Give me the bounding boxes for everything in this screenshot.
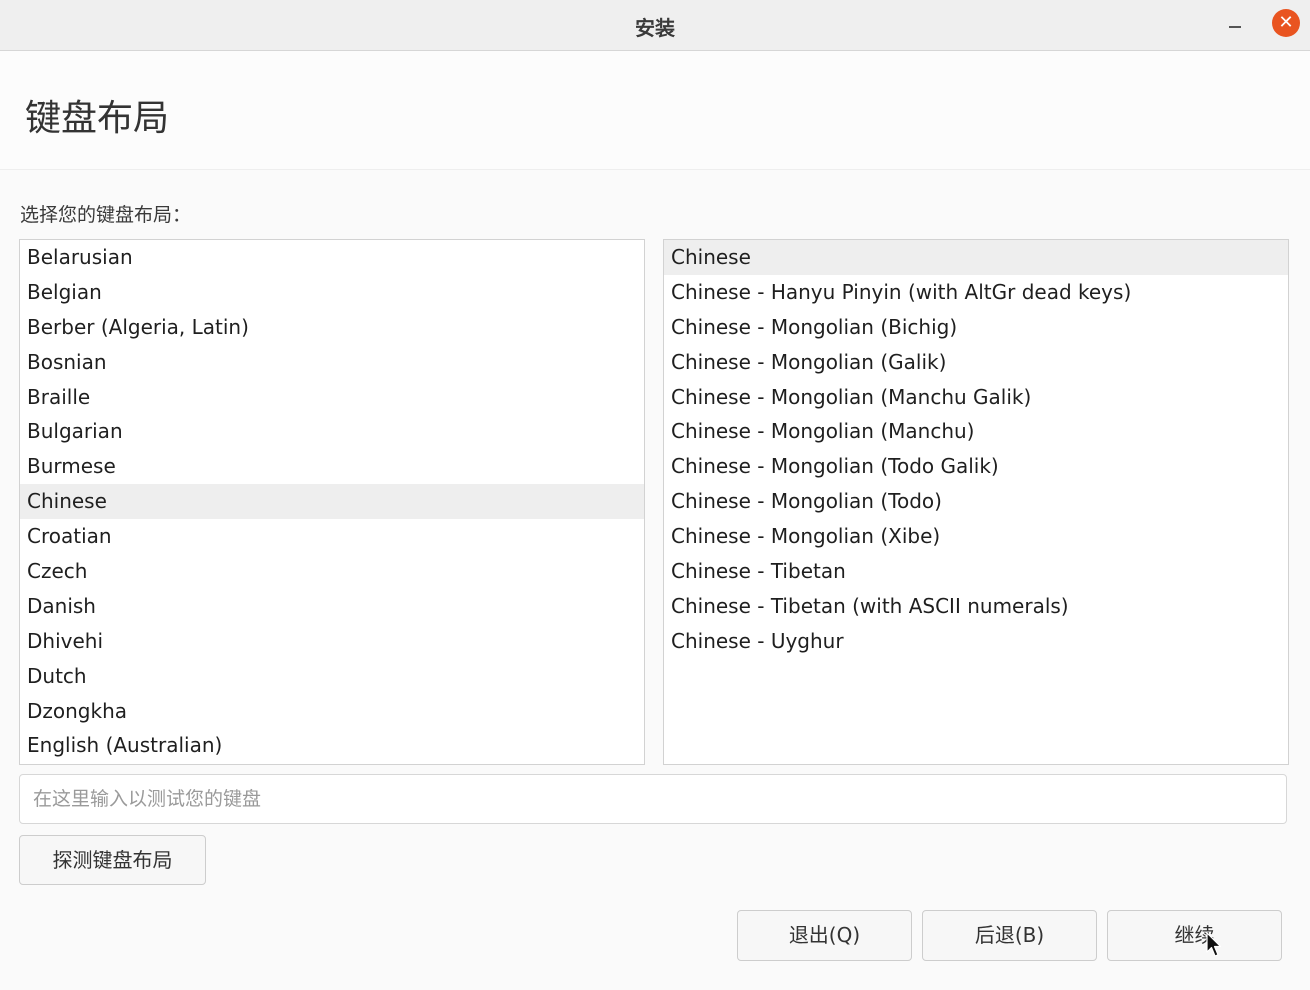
layout-list-item[interactable]: Dutch	[20, 659, 644, 694]
keyboard-test-input[interactable]	[19, 774, 1287, 824]
layout-list-item[interactable]: Berber (Algeria, Latin)	[20, 310, 644, 345]
window-title: 安装	[635, 16, 675, 40]
variant-list-item[interactable]: Chinese - Mongolian (Galik)	[664, 345, 1288, 380]
variant-list-item[interactable]: Chinese - Tibetan (with ASCII numerals)	[664, 589, 1288, 624]
layout-list-item[interactable]: Bosnian	[20, 345, 644, 380]
layout-list-item[interactable]: Belarusian	[20, 240, 644, 275]
title-bar: 安装 ✕	[0, 0, 1310, 51]
layout-list-item[interactable]: Czech	[20, 554, 644, 589]
layout-list-item[interactable]: English (Australian)	[20, 728, 644, 763]
layout-list-item[interactable]: Dzongkha	[20, 694, 644, 729]
variant-list-item[interactable]: Chinese - Mongolian (Xibe)	[664, 519, 1288, 554]
page-header: 键盘布局	[0, 51, 1310, 170]
variant-list-item[interactable]: Chinese - Uyghur	[664, 624, 1288, 659]
layout-list-item[interactable]: Chinese	[20, 484, 644, 520]
layout-list-item[interactable]: Bulgarian	[20, 414, 644, 449]
back-button[interactable]: 后退(B)	[922, 910, 1097, 961]
layout-list-item[interactable]: Burmese	[20, 449, 644, 484]
layout-prompt: 选择您的键盘布局：	[20, 204, 192, 226]
layout-list-item[interactable]: Dhivehi	[20, 624, 644, 659]
variant-list-item[interactable]: Chinese - Mongolian (Manchu)	[664, 414, 1288, 449]
variant-list-item[interactable]: Chinese - Mongolian (Bichig)	[664, 310, 1288, 345]
page-title: 键盘布局	[25, 98, 170, 139]
layout-list-item[interactable]: Belgian	[20, 275, 644, 310]
continue-button[interactable]: 继续	[1107, 910, 1282, 961]
variant-list-item[interactable]: Chinese - Hanyu Pinyin (with AltGr dead …	[664, 275, 1288, 310]
variant-list-item[interactable]: Chinese - Mongolian (Todo)	[664, 484, 1288, 519]
close-icon[interactable]: ✕	[1272, 9, 1300, 37]
layout-list-item[interactable]: Croatian	[20, 519, 644, 554]
mouse-pointer-icon	[1206, 932, 1222, 957]
variant-list-item[interactable]: Chinese	[664, 240, 1288, 275]
layout-list-item[interactable]: Danish	[20, 589, 644, 624]
variant-list-item[interactable]: Chinese - Mongolian (Todo Galik)	[664, 449, 1288, 484]
variant-list-item[interactable]: Chinese - Mongolian (Manchu Galik)	[664, 380, 1288, 415]
detect-layout-button[interactable]: 探测键盘布局	[19, 835, 206, 885]
layout-list[interactable]: Belarusian Belgian Berber (Algeria, Latin)…	[19, 239, 645, 765]
minimize-icon[interactable]	[1224, 14, 1246, 36]
variant-list-item[interactable]: Chinese - Tibetan	[664, 554, 1288, 589]
variant-list[interactable]: Chinese Chinese - Hanyu Pinyin (with AltG…	[663, 239, 1289, 765]
quit-button[interactable]: 退出(Q)	[737, 910, 912, 961]
layout-list-item[interactable]: Braille	[20, 380, 644, 415]
